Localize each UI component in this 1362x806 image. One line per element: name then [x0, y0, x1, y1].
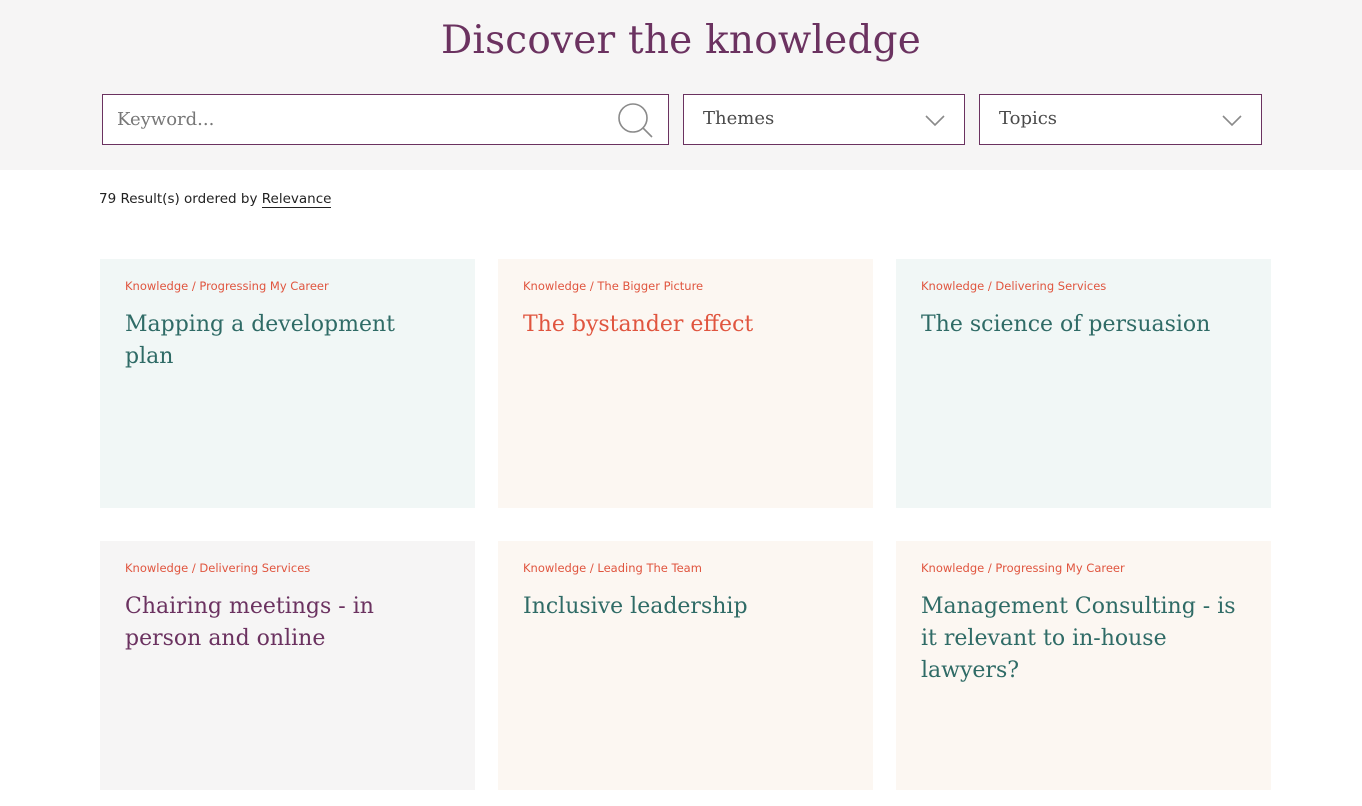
- card-breadcrumb[interactable]: Knowledge / The Bigger Picture: [523, 279, 848, 293]
- knowledge-card[interactable]: Knowledge / The Bigger Picture The bysta…: [498, 259, 873, 508]
- results-summary: 79 Result(s) ordered by Relevance: [99, 191, 332, 208]
- search-icon[interactable]: [617, 102, 653, 138]
- knowledge-card[interactable]: Knowledge / Delivering Services The scie…: [896, 259, 1271, 508]
- search-field[interactable]: [102, 94, 669, 145]
- results-count-text: 79 Result(s) ordered by: [99, 191, 262, 207]
- card-breadcrumb[interactable]: Knowledge / Progressing My Career: [921, 561, 1246, 575]
- card-title[interactable]: Inclusive leadership: [523, 591, 848, 623]
- topics-dropdown-label: Topics: [999, 108, 1058, 129]
- card-breadcrumb[interactable]: Knowledge / Delivering Services: [921, 279, 1246, 293]
- card-title[interactable]: Management Consulting - is it relevant t…: [921, 591, 1246, 687]
- card-breadcrumb[interactable]: Knowledge / Delivering Services: [125, 561, 450, 575]
- hero-banner: Discover the knowledge Themes Topics: [0, 0, 1362, 170]
- knowledge-card[interactable]: Knowledge / Leading The Team Inclusive l…: [498, 541, 873, 790]
- themes-dropdown[interactable]: Themes: [683, 94, 965, 145]
- knowledge-card[interactable]: Knowledge / Progressing My Career Mappin…: [100, 259, 475, 508]
- search-input[interactable]: [103, 95, 603, 144]
- page-title: Discover the knowledge: [440, 18, 922, 63]
- card-title[interactable]: Mapping a development plan: [125, 309, 450, 373]
- themes-dropdown-label: Themes: [703, 108, 775, 129]
- knowledge-card[interactable]: Knowledge / Delivering Services Chairing…: [100, 541, 475, 790]
- card-title[interactable]: The science of persuasion: [921, 309, 1246, 341]
- chevron-down-icon: [1222, 115, 1242, 127]
- sort-relevance-link[interactable]: Relevance: [261, 191, 332, 208]
- chevron-down-icon: [925, 115, 945, 127]
- card-title[interactable]: The bystander effect: [523, 309, 848, 341]
- card-breadcrumb[interactable]: Knowledge / Leading The Team: [523, 561, 848, 575]
- card-title[interactable]: Chairing meetings - in person and online: [125, 591, 450, 655]
- topics-dropdown[interactable]: Topics: [979, 94, 1262, 145]
- knowledge-card[interactable]: Knowledge / Progressing My Career Manage…: [896, 541, 1271, 790]
- card-breadcrumb[interactable]: Knowledge / Progressing My Career: [125, 279, 450, 293]
